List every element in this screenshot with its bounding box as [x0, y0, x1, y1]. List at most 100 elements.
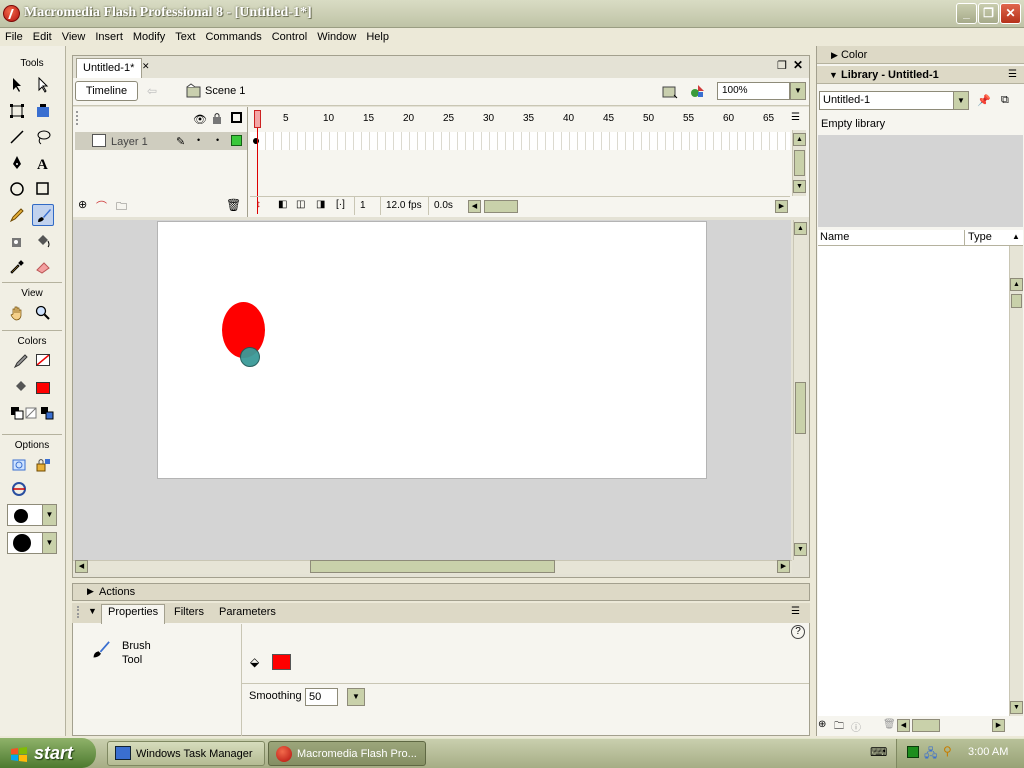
layer-visible-dot[interactable]: •: [197, 135, 200, 145]
menu-control[interactable]: Control: [267, 28, 312, 46]
doc-restore-icon[interactable]: ❐: [777, 59, 787, 72]
text-tool-icon[interactable]: A: [32, 152, 54, 174]
stage-scroll-left-icon[interactable]: ◀: [75, 560, 88, 573]
eraser-tool-icon[interactable]: [32, 256, 54, 278]
col-name[interactable]: Name: [820, 231, 849, 243]
tab-filters[interactable]: Filters: [174, 606, 204, 618]
brush-shape-select[interactable]: ▼: [7, 532, 57, 554]
network-icon[interactable]: 🖧: [924, 744, 937, 765]
library-vscroll[interactable]: [1009, 246, 1023, 716]
lib-hscroll-thumb[interactable]: [912, 719, 940, 732]
show-hide-eye-icon[interactable]: 👁: [193, 113, 207, 126]
lock-all-icon[interactable]: [212, 112, 222, 124]
library-menu-icon[interactable]: ☰: [1008, 69, 1017, 80]
menu-view[interactable]: View: [57, 28, 91, 46]
new-symbol-icon[interactable]: ⊕: [818, 719, 826, 730]
lib-scroll-thumb[interactable]: [1011, 294, 1022, 308]
color-panel-header[interactable]: ▶ Color: [817, 46, 1024, 64]
stage-scroll-down-icon[interactable]: ▼: [794, 543, 807, 556]
delete-layer-icon[interactable]: 🗑: [226, 198, 241, 212]
menu-commands[interactable]: Commands: [200, 28, 266, 46]
tl-hscroll-thumb[interactable]: [484, 200, 518, 213]
back-arrow-icon[interactable]: ⇦: [147, 84, 163, 98]
pen-tool-icon[interactable]: [6, 152, 28, 174]
layer-outline-color[interactable]: [231, 135, 242, 146]
menu-text[interactable]: Text: [170, 28, 200, 46]
stage-hscroll-thumb[interactable]: [310, 560, 555, 573]
scroll-up-icon[interactable]: ▲: [793, 133, 806, 146]
tl-scroll-right-icon[interactable]: ▶: [775, 200, 788, 213]
center-frame-icon[interactable]: ↕: [256, 199, 261, 210]
subselection-tool-icon[interactable]: [32, 74, 54, 96]
rectangle-tool-icon[interactable]: [32, 178, 54, 200]
lasso-tool-icon[interactable]: [32, 126, 54, 148]
line-tool-icon[interactable]: [6, 126, 28, 148]
stage-scroll-right-icon[interactable]: ▶: [777, 560, 790, 573]
add-motion-guide-icon[interactable]: ⌒: [96, 198, 114, 213]
frame-ruler[interactable]: 1 5 10 15 20 25 30 35 40 45 50 55 60 65: [250, 110, 790, 128]
document-tab[interactable]: Untitled-1*: [76, 58, 142, 78]
properties-menu-icon[interactable]: ☰: [791, 606, 800, 617]
menu-file[interactable]: File: [0, 28, 28, 46]
lib-hscroll-left-icon[interactable]: ◀: [897, 719, 910, 732]
edit-multiple-frames-icon[interactable]: ◨: [316, 199, 325, 210]
library-document-select[interactable]: Untitled-1: [819, 91, 969, 110]
tab-close-icon[interactable]: ✕: [142, 61, 152, 71]
keyframe-dot[interactable]: [253, 138, 259, 144]
paint-bucket-tool-icon[interactable]: [32, 230, 54, 252]
ink-bottle-tool-icon[interactable]: [6, 230, 28, 252]
fill-color-swatch[interactable]: [36, 382, 50, 394]
tab-properties[interactable]: Properties: [108, 606, 158, 618]
oval-tool-icon[interactable]: [6, 178, 28, 200]
brush-mode-icon[interactable]: [8, 478, 30, 500]
insert-layer-icon[interactable]: ⊕: [78, 198, 94, 212]
actions-panel-header[interactable]: ▶ Actions: [72, 583, 810, 601]
layer-lock-dot[interactable]: •: [216, 135, 219, 145]
menu-modify[interactable]: Modify: [128, 28, 170, 46]
free-transform-tool-icon[interactable]: [6, 100, 28, 122]
doc-close-icon[interactable]: ✕: [793, 58, 803, 72]
tab-parameters[interactable]: Parameters: [219, 606, 276, 618]
library-select-dropdown-icon[interactable]: ▼: [953, 91, 969, 110]
stage[interactable]: [157, 221, 707, 479]
col-type[interactable]: Type: [968, 231, 992, 243]
tray-app-icon[interactable]: [907, 746, 919, 758]
search-tray-icon[interactable]: ⚲: [943, 744, 952, 758]
brush-size-select[interactable]: ▼: [7, 504, 57, 526]
zoom-dropdown-icon[interactable]: ▼: [790, 82, 806, 100]
stage-vscroll-thumb[interactable]: [795, 382, 806, 434]
panel-grip[interactable]: [77, 606, 83, 618]
frame-cells[interactable]: [250, 132, 790, 150]
onion-outlines-icon[interactable]: ◫: [296, 199, 305, 210]
properties-icon[interactable]: ⓘ: [851, 719, 861, 734]
zoom-tool-icon[interactable]: [32, 302, 54, 324]
onion-skin-icon[interactable]: ◧: [278, 199, 287, 210]
library-list[interactable]: [818, 246, 1011, 716]
pencil-tool-icon[interactable]: [6, 204, 28, 226]
layer-name[interactable]: Layer 1: [111, 136, 148, 148]
selection-tool-icon[interactable]: [6, 74, 28, 96]
menu-window[interactable]: Window: [312, 28, 361, 46]
delete-item-icon[interactable]: 🗑: [883, 719, 896, 730]
library-panel-header[interactable]: ▼ Library - Untitled-1: [817, 66, 1024, 84]
collapse-arrow-icon[interactable]: ▼: [88, 606, 97, 616]
menu-help[interactable]: Help: [361, 28, 394, 46]
hand-tool-icon[interactable]: [6, 302, 28, 324]
insert-folder-icon[interactable]: 🗀: [116, 198, 132, 213]
scroll-down-icon[interactable]: ▼: [793, 180, 806, 193]
edit-symbols-icon[interactable]: [690, 83, 708, 101]
help-icon[interactable]: ?: [791, 625, 805, 639]
modify-markers-icon[interactable]: [·]: [336, 199, 345, 210]
playhead[interactable]: [254, 110, 261, 128]
lock-fill-icon[interactable]: [32, 454, 54, 476]
gradient-transform-tool-icon[interactable]: [32, 100, 54, 122]
smoothing-dropdown-icon[interactable]: ▼: [347, 688, 365, 706]
zoom-field[interactable]: 100%: [717, 82, 790, 100]
outline-all-icon[interactable]: [231, 112, 242, 123]
smoothing-input[interactable]: 50: [305, 688, 338, 706]
close-button[interactable]: ✕: [1000, 3, 1021, 24]
lib-scroll-down-icon[interactable]: ▼: [1010, 701, 1023, 714]
object-drawing-icon[interactable]: [8, 454, 30, 476]
lib-hscroll-right-icon[interactable]: ▶: [992, 719, 1005, 732]
minimize-button[interactable]: _: [956, 3, 977, 24]
